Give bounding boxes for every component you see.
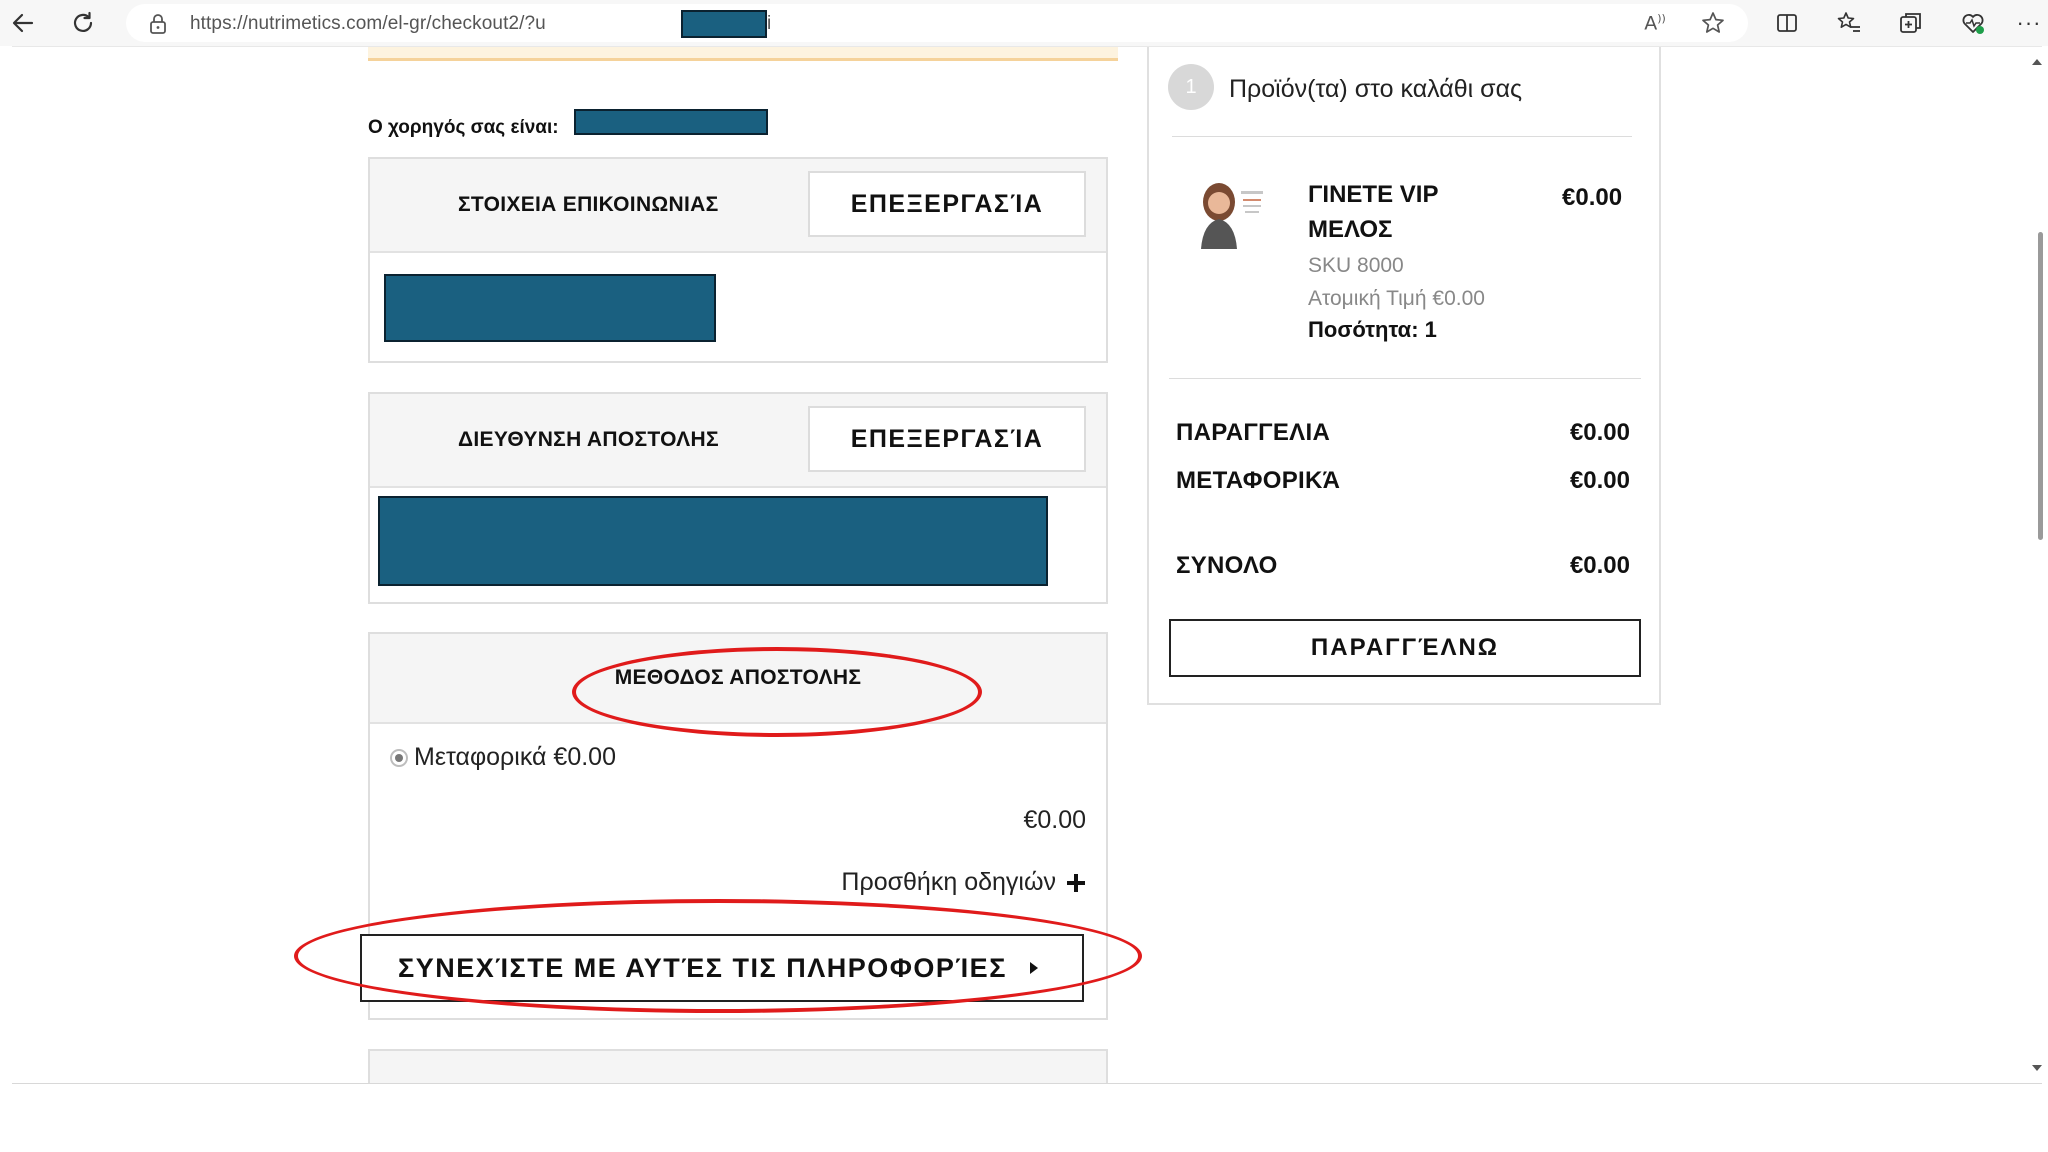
lock-icon[interactable] (148, 13, 168, 40)
url-redaction (681, 10, 767, 38)
continue-with-info-button[interactable]: ΣΥΝΕΧΊΣΤΕ ΜΕ ΑΥΤΈΣ ΤΙΣ ΠΛΗΡΟΦΟΡΊΕΣ (360, 934, 1084, 1002)
shipping-method-title: ΜΕΘΟΔΟΣ ΑΠΟΣΤΟΛΗΣ (614, 666, 862, 689)
continue-label: ΣΥΝΕΧΊΣΤΕ ΜΕ ΑΥΤΈΣ ΤΙΣ ΠΛΗΡΟΦΟΡΊΕΣ (398, 952, 1007, 983)
edit-address-button[interactable]: ΕΠΕΞΕΡΓΑΣΊΑ (808, 406, 1086, 472)
shipping-method-amount: €0.00 (1023, 806, 1086, 834)
product-sku: SKU 8000 (1308, 254, 1404, 277)
shipping-option-radio[interactable] (390, 749, 408, 767)
notice-banner (368, 47, 1118, 61)
cart-summary-title: Προϊόν(τα) στο καλάθι σας (1229, 75, 1523, 103)
edit-contact-button[interactable]: ΕΠΕΞΕΡΓΑΣΊΑ (808, 171, 1086, 237)
add-instructions-link[interactable]: Προσθήκη οδηγιών (841, 868, 1086, 897)
address-redaction (378, 496, 1048, 586)
more-button[interactable]: ··· (2012, 6, 2046, 40)
shipping-option-label[interactable]: Μεταφορικά €0.00 (414, 743, 616, 772)
browser-essentials-button[interactable] (1956, 6, 1990, 40)
product-thumbnail (1197, 179, 1267, 249)
favorites-list-icon (1837, 12, 1860, 32)
browser-essentials-icon (1962, 14, 1984, 34)
contact-details-title: ΣΤΟΙΧΕΙΑ ΕΠΙΚΟΙΝΩΝΙΑΣ (458, 193, 719, 216)
grand-total-value: €0.00 (1569, 552, 1630, 579)
step-number-badge: 1 (1168, 64, 1214, 110)
page-scrollbar[interactable] (2028, 47, 2042, 1083)
scroll-down-arrow-icon[interactable] (2030, 1063, 2044, 1073)
shipping-cost-value: €0.00 (1569, 467, 1630, 494)
address-bar[interactable]: https://nutrimetics.com/el-gr/checkout2/… (126, 4, 1748, 42)
summary-divider-2 (1169, 378, 1641, 379)
collections-button[interactable] (1894, 6, 1928, 40)
caret-right-icon (1029, 962, 1038, 974)
product-name-line-2: ΜΕΛΟΣ (1308, 216, 1393, 243)
collections-icon (1900, 13, 1921, 33)
page-viewport: Ο χορηγός σας είναι: ΣΤΟΙΧΕΙΑ ΕΠΙΚΟΙΝΩΝΙ… (12, 47, 2042, 1083)
favorites-button[interactable] (1832, 6, 1866, 40)
add-instructions-label: Προσθήκη οδηγιών (841, 868, 1056, 896)
refresh-icon (73, 11, 93, 32)
viewport-bottom-edge (12, 1083, 2042, 1084)
browser-toolbar: https://nutrimetics.com/el-gr/checkout2/… (0, 0, 2048, 46)
place-order-button[interactable]: ΠΑΡΑΓΓΈΛΝΩ (1169, 619, 1641, 677)
next-step-card (368, 1049, 1108, 1083)
order-summary-panel (1147, 47, 1661, 705)
product-quantity: Ποσότητα: 1 (1308, 317, 1437, 342)
refresh-button[interactable] (66, 6, 100, 40)
contact-details-header: ΣΤΟΙΧΕΙΑ ΕΠΙΚΟΙΝΩΝΙΑΣ ΕΠΕΞΕΡΓΑΣΊΑ (370, 159, 1106, 253)
split-screen-button[interactable] (1770, 6, 1804, 40)
order-subtotal-value: €0.00 (1569, 419, 1630, 446)
order-subtotal-label: ΠΑΡΑΓΓΕΛΙΑ (1176, 419, 1331, 446)
scroll-up-arrow-icon[interactable] (2030, 57, 2044, 67)
split-screen-icon (1777, 14, 1797, 32)
plus-icon (1067, 873, 1085, 892)
shipping-method-header: ΜΕΘΟΔΟΣ ΑΠΟΣΤΟΛΗΣ (370, 634, 1106, 724)
contact-details-card: ΣΤΟΙΧΕΙΑ ΕΠΙΚΟΙΝΩΝΙΑΣ ΕΠΕΞΕΡΓΑΣΊΑ (368, 157, 1108, 363)
grand-total-label: ΣΥΝΟΛΟ (1176, 552, 1278, 579)
sponsor-redaction (574, 109, 768, 135)
product-name[interactable]: ΓΙΝΕΤΕ VIP ΜΕΛΟΣ (1308, 177, 1438, 247)
shipping-address-title: ΔΙΕΥΘΥΝΣΗ ΑΠΟΣΤΟΛΗΣ (458, 428, 719, 451)
shipping-address-card: ΔΙΕΥΘΥΝΣΗ ΑΠΟΣΤΟΛΗΣ ΕΠΕΞΕΡΓΑΣΊΑ (368, 392, 1108, 604)
summary-divider (1172, 136, 1632, 137)
favorite-button[interactable] (1696, 6, 1730, 40)
arrow-left-icon (12, 13, 34, 33)
shipping-cost-label: ΜΕΤΑΦΟΡΙΚΆ (1176, 467, 1341, 494)
read-aloud-button[interactable]: A)) (1638, 6, 1672, 40)
back-button[interactable] (6, 6, 40, 40)
product-price: €0.00 (1562, 184, 1623, 211)
more-icon: ··· (2016, 10, 2042, 35)
contact-redaction (384, 274, 716, 342)
scroll-thumb[interactable] (2038, 232, 2043, 540)
favorite-star-icon (1702, 12, 1724, 33)
shipping-address-header: ΔΙΕΥΘΥΝΣΗ ΑΠΟΣΤΟΛΗΣ ΕΠΕΞΕΡΓΑΣΊΑ (370, 394, 1106, 488)
url-text[interactable]: https://nutrimetics.com/el-gr/checkout2/… (190, 13, 546, 35)
sponsor-label: Ο χορηγός σας είναι: (368, 117, 559, 138)
product-unit-price: Ατομική Τιμή €0.00 (1308, 287, 1485, 310)
url-text-tail[interactable]: i (767, 13, 771, 35)
read-aloud-icon: A)) (1644, 11, 1666, 35)
product-name-line-1: ΓΙΝΕΤΕ VIP (1308, 181, 1439, 208)
